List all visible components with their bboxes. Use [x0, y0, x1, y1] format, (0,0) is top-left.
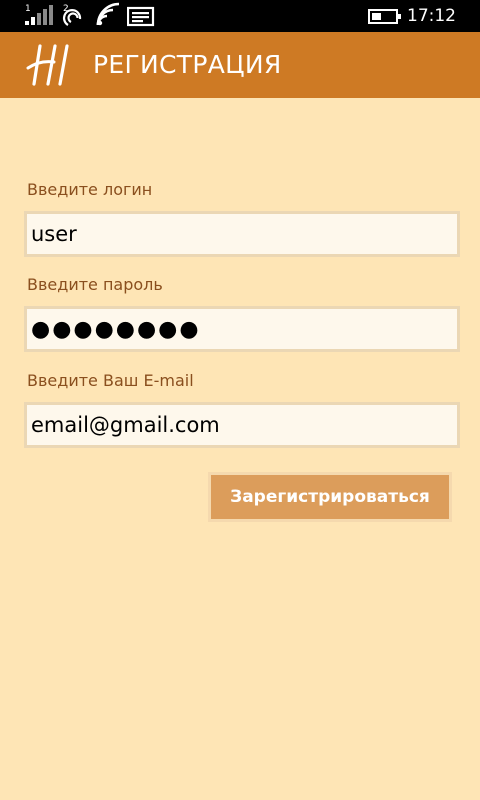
status-bar: 1 2 17:12: [0, 0, 480, 32]
app-header: РЕГИСТРАЦИЯ: [0, 32, 480, 98]
battery-icon: [368, 9, 401, 24]
email-input[interactable]: [24, 402, 460, 448]
signal-strength-icon: 1: [25, 4, 53, 25]
page-title: РЕГИСТРАЦИЯ: [93, 50, 282, 79]
sim-card-icon: 2: [62, 4, 82, 26]
signal-sim-number: 1: [25, 4, 31, 14]
email-label: Введите Ваш E-mail: [27, 371, 194, 390]
password-input[interactable]: [24, 306, 460, 352]
password-label: Введите пароль: [27, 275, 163, 294]
hi-logo-icon: [26, 44, 69, 86]
message-icon: [127, 6, 155, 27]
clock-time: 17:12: [407, 6, 456, 26]
login-label: Введите логин: [27, 180, 153, 199]
wifi-icon: [96, 2, 120, 26]
login-input[interactable]: [24, 211, 460, 257]
register-button[interactable]: Зарегистрироваться: [208, 472, 452, 522]
